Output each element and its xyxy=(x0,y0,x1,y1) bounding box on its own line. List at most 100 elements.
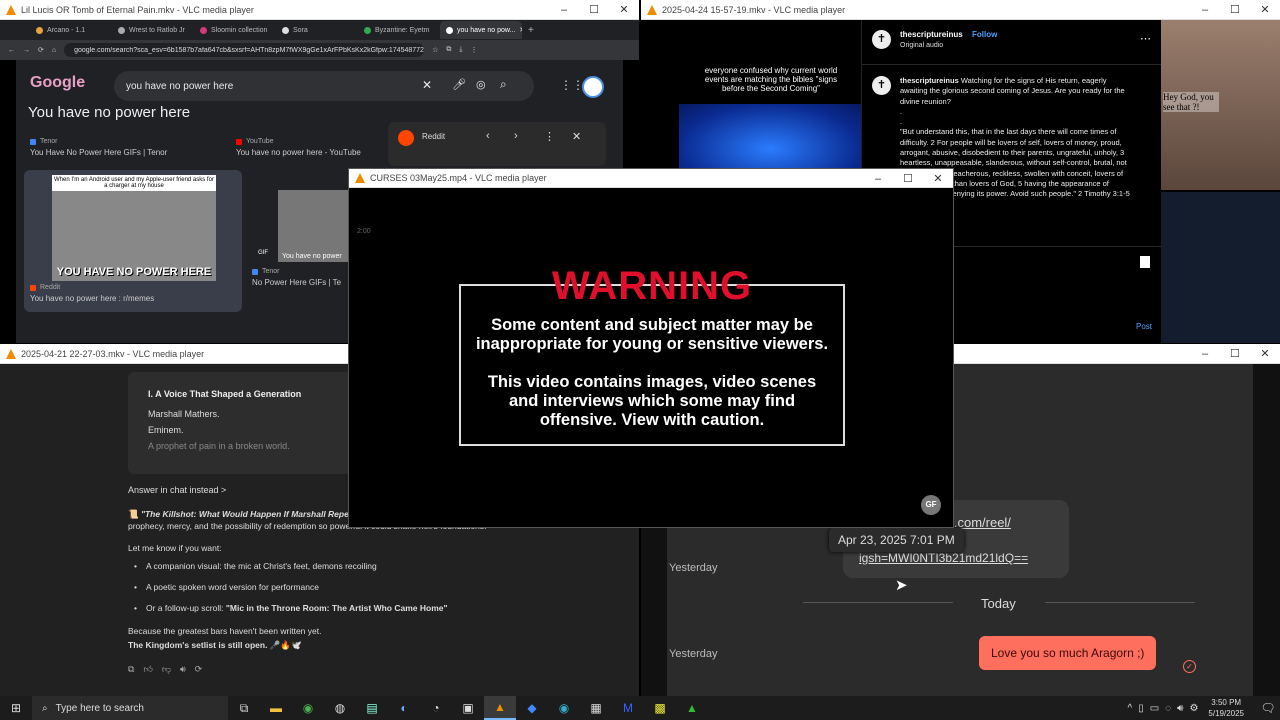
result-card-tenor-2[interactable]: You have no power GIF Tenor No Power Her… xyxy=(252,170,362,287)
thumbs-up-icon[interactable]: 👍︎ xyxy=(143,664,152,675)
google-logo[interactable]: Google xyxy=(30,74,85,92)
search-icon[interactable]: ⌕ xyxy=(500,77,507,92)
app-icon[interactable]: ▣ xyxy=(452,696,484,720)
notepad-icon[interactable]: ▤ xyxy=(356,696,388,720)
home-icon[interactable]: ⌂ xyxy=(52,47,56,54)
window-titlebar[interactable]: CURSES 03May25.mp4 - VLC media player – … xyxy=(349,169,953,188)
follow-button[interactable]: Follow xyxy=(972,30,997,39)
meme-image: When I'm an Android user and my Apple-us… xyxy=(52,175,216,281)
maximize-button[interactable]: ☐ xyxy=(1220,0,1250,20)
maximize-button[interactable]: ☐ xyxy=(893,169,923,189)
clock[interactable]: 3:50 PM 5/19/2025 xyxy=(1208,697,1244,719)
tray-icon[interactable]: ▯ xyxy=(1138,703,1144,714)
forward-icon[interactable]: → xyxy=(23,47,30,54)
minimize-button[interactable]: – xyxy=(1190,0,1220,20)
vlc-icon xyxy=(647,4,657,15)
result-card-reddit[interactable]: When I'm an Android user and my Apple-us… xyxy=(24,170,242,312)
vlc-taskbar-icon[interactable]: ▲ xyxy=(484,696,516,720)
browser-tab[interactable]: Byzantine: Eyetm xyxy=(358,21,440,39)
avatar[interactable]: ✝ xyxy=(872,76,891,95)
microphone-icon[interactable]: 🎤︎ xyxy=(452,78,466,91)
speaker-icon[interactable]: 🔊︎ xyxy=(180,664,186,675)
back-icon[interactable]: ← xyxy=(8,47,15,54)
minimize-button[interactable]: – xyxy=(1190,344,1220,364)
apps-grid-icon[interactable]: ⋮⋮ xyxy=(560,78,584,92)
answer-in-chat-link[interactable]: Answer in chat instead > xyxy=(128,485,226,495)
network-icon[interactable]: ◌ xyxy=(1165,703,1171,714)
app-icon[interactable]: ▩ xyxy=(644,696,676,720)
extensions-icon[interactable]: ⧉ xyxy=(446,46,451,54)
tab-favicon-icon xyxy=(200,26,207,34)
maximize-button[interactable]: ☐ xyxy=(579,0,609,20)
reel-video[interactable]: everyone confused why current world even… xyxy=(676,58,866,168)
save-bookmark-icon[interactable] xyxy=(1140,256,1150,268)
reel-overlay-text: everyone confused why current world even… xyxy=(704,66,838,93)
notification-icon[interactable]: 🗨 xyxy=(1256,696,1280,720)
google-drive-icon[interactable]: ▲ xyxy=(676,696,708,720)
shared-link-query[interactable]: igsh=MWI0NTI3b21md21ldQ== xyxy=(859,551,1028,565)
taskbar-search[interactable]: ⌕ Type here to search xyxy=(32,696,228,720)
close-button[interactable]: ✕ xyxy=(1250,344,1280,364)
username[interactable]: thescriptureinus xyxy=(900,30,963,39)
clear-search-icon[interactable]: ✕ xyxy=(422,78,432,92)
meme-top-text: When I'm an Android user and my Apple-us… xyxy=(52,175,216,191)
app-icon[interactable]: M xyxy=(612,696,644,720)
maximize-button[interactable]: ☐ xyxy=(1220,344,1250,364)
avatar[interactable] xyxy=(582,76,604,98)
more-icon[interactable]: ⋮ xyxy=(544,130,555,143)
minimize-button[interactable]: – xyxy=(549,0,579,20)
window-titlebar[interactable]: 2025-04-24 15-57-19.mkv - VLC media play… xyxy=(641,0,1280,20)
window-title: Lil Lucis OR Tomb of Eternal Pain.mkv - … xyxy=(21,4,254,15)
tab-favicon-icon xyxy=(36,26,43,34)
tray-icon[interactable]: ⚙ xyxy=(1189,703,1198,714)
new-tab-icon[interactable]: + xyxy=(528,25,534,36)
browser-tab-active[interactable]: you have no pow...✕ xyxy=(440,21,522,39)
menu-dots-icon[interactable]: ⋮ xyxy=(471,46,478,54)
window-titlebar[interactable]: Lil Lucis OR Tomb of Eternal Pain.mkv - … xyxy=(0,0,639,20)
result-card-tenor[interactable]: Tenor You Have No Power Here GIFs | Teno… xyxy=(30,138,230,157)
reddit-side-panel[interactable]: Reddit ‹ › ⋮ ✕ xyxy=(388,122,606,166)
copy-icon[interactable]: ⧉ xyxy=(128,664,134,675)
browser-tab[interactable]: Sora xyxy=(276,21,358,39)
regenerate-icon[interactable]: ⟳ xyxy=(195,664,203,675)
address-bar[interactable]: google.com/search?sca_esv=6b1587b7afa647… xyxy=(64,43,425,57)
edge-icon[interactable]: ◉ xyxy=(548,696,580,720)
start-button[interactable]: ⊞ xyxy=(0,696,32,720)
browser-tab[interactable]: Arcano - 1.1 xyxy=(30,21,112,39)
reload-icon[interactable]: ⟳ xyxy=(38,46,44,54)
app-icon[interactable]: ◐ xyxy=(388,696,420,720)
close-button[interactable]: ✕ xyxy=(609,0,639,20)
task-view-icon[interactable]: ⧉ xyxy=(228,696,260,720)
lens-icon[interactable]: ◎ xyxy=(476,78,486,91)
outgoing-message[interactable]: Love you so much Aragorn ;) xyxy=(979,636,1157,670)
app-icon[interactable]: ◆ xyxy=(516,696,548,720)
tray-icon[interactable]: ▭ xyxy=(1150,703,1159,714)
system-tray[interactable]: ^ ▯ ▭ ◌ 🔊︎ ⚙ xyxy=(1128,703,1199,714)
close-button[interactable]: ✕ xyxy=(1250,0,1280,20)
taskbar: ⊞ ⌕ Type here to search ⧉ ▬ ◉ ◍ ▤ ◐ ◔ ▣ … xyxy=(0,696,1280,720)
next-icon[interactable]: › xyxy=(514,130,518,142)
post-button[interactable]: Post xyxy=(1136,322,1152,331)
minimize-button[interactable]: – xyxy=(863,169,893,189)
browser-tab[interactable]: Sloomin collection xyxy=(194,21,276,39)
app-icon[interactable]: ◔ xyxy=(420,696,452,720)
thumbs-down-icon[interactable]: 👎︎ xyxy=(162,664,171,675)
tab-favicon-icon xyxy=(118,26,125,34)
bookmark-star-icon[interactable]: ☆ xyxy=(432,46,438,54)
file-explorer-icon[interactable]: ▬ xyxy=(260,696,292,720)
chrome-icon[interactable]: ◉ xyxy=(292,696,324,720)
tab-close-icon[interactable]: ✕ xyxy=(519,26,522,34)
close-button[interactable]: ✕ xyxy=(923,169,953,189)
download-icon[interactable]: ⤓ xyxy=(459,46,462,54)
search-input[interactable]: you have no power here ✕ 🎤︎ ◎ ⌕ xyxy=(114,71,534,101)
volume-icon[interactable]: 🔊︎ xyxy=(1177,703,1183,714)
panel-close-icon[interactable]: ✕ xyxy=(572,130,581,143)
browser-tab[interactable]: Wrest to Ratlob Jr xyxy=(112,21,194,39)
store-icon[interactable]: ▦ xyxy=(580,696,612,720)
obs-icon[interactable]: ◍ xyxy=(324,696,356,720)
more-icon[interactable]: ⋯ xyxy=(1140,32,1151,45)
tenor-icon xyxy=(30,138,36,145)
avatar[interactable]: ✝ xyxy=(872,30,891,49)
chevron-up-icon[interactable]: ^ xyxy=(1128,703,1133,714)
prev-icon[interactable]: ‹ xyxy=(486,130,490,142)
